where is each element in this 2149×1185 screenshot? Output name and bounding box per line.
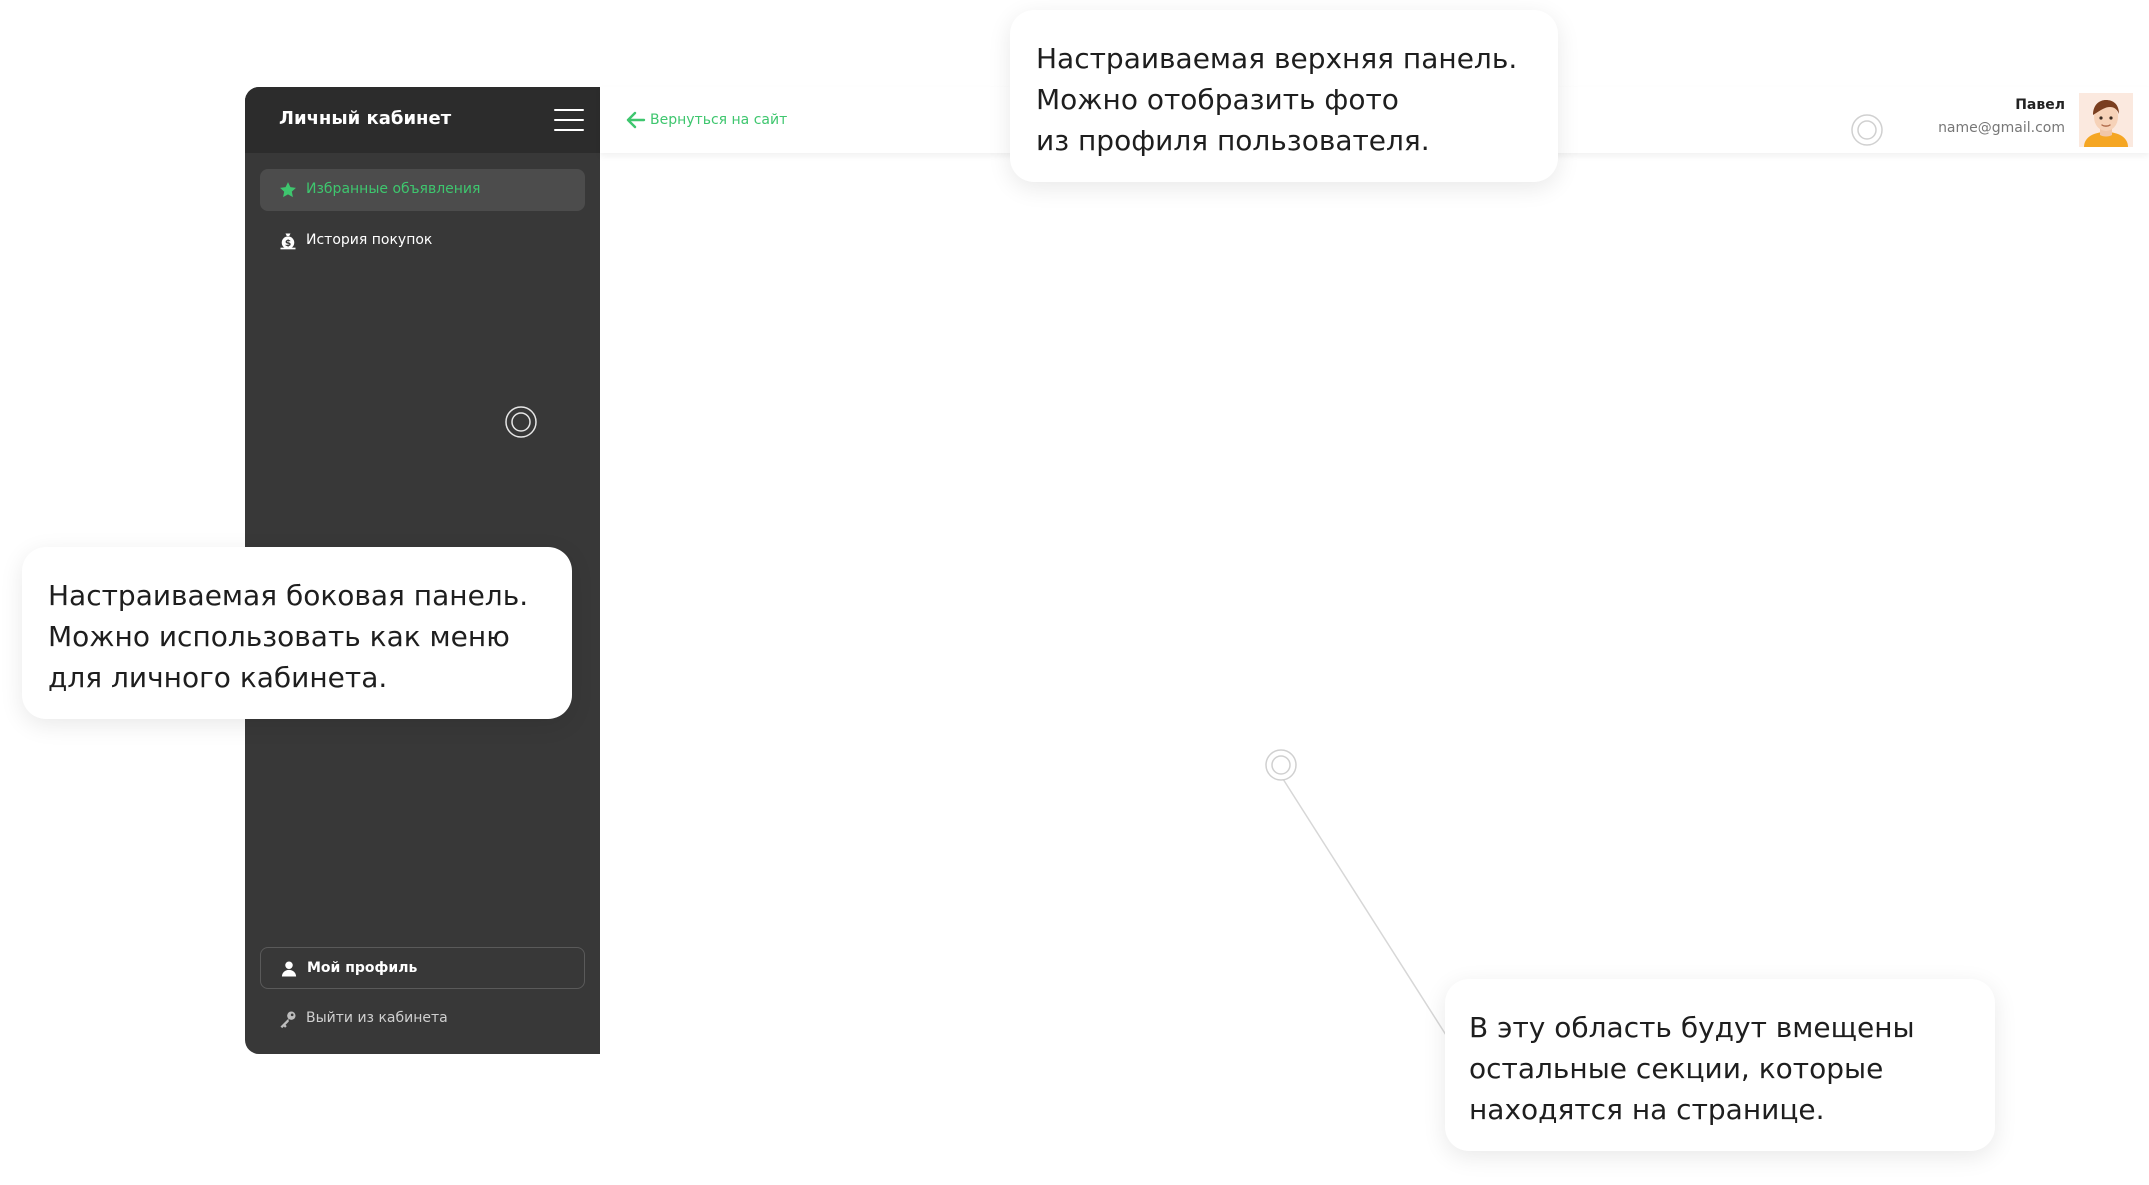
marker-main	[1265, 749, 1297, 781]
key-icon	[280, 1011, 296, 1029]
callout-line: находятся на странице.	[1469, 1093, 1825, 1126]
sidebar-title: Личный кабинет	[279, 108, 452, 129]
star-icon	[280, 182, 296, 198]
sidebar-item-favorites[interactable]: Избранные объявления	[260, 169, 585, 211]
sidebar-item-label: Выйти из кабинета	[306, 1010, 448, 1026]
sidebar-header: Личный кабинет	[245, 87, 600, 153]
callout-top-panel: Настраиваемая верхняя панель. Можно отоб…	[1010, 10, 1558, 182]
back-to-site-label: Вернуться на сайт	[650, 112, 788, 128]
menu-toggle-button[interactable]	[554, 109, 584, 131]
callout-line: Настраиваемая верхняя панель.	[1036, 42, 1518, 75]
user-name: Павел	[2015, 97, 2065, 113]
sidebar-item-my-profile[interactable]: Мой профиль	[260, 947, 585, 989]
hamburger-icon-bar	[554, 129, 584, 131]
callout-sidebar: Настраиваемая боковая панель. Можно испо…	[22, 547, 572, 719]
hamburger-icon	[554, 109, 584, 111]
callout-line: Настраиваемая боковая панель.	[48, 579, 529, 612]
callout-main-area: В эту область будут вмещены остальные се…	[1445, 979, 1995, 1151]
sidebar-item-logout[interactable]: Выйти из кабинета	[260, 998, 585, 1040]
callout-line: для личного кабинета.	[48, 661, 388, 694]
callout-line: остальные секции, которые	[1469, 1052, 1884, 1085]
user-email: name@gmail.com	[1938, 120, 2065, 136]
hamburger-icon-bar	[554, 119, 584, 121]
callout-line: из профиля пользователя.	[1036, 124, 1430, 157]
sidebar-item-label: История покупок	[306, 232, 433, 248]
sidebar-item-label: Избранные объявления	[306, 181, 481, 197]
annotated-dashboard-mockup: Личный кабинет Избранные объявления $ Ис…	[0, 0, 2149, 1185]
avatar[interactable]	[2079, 93, 2133, 147]
sidebar-item-purchase-history[interactable]: $ История покупок	[260, 220, 585, 262]
svg-text:$: $	[285, 238, 291, 249]
connector-main	[1282, 778, 1447, 1036]
sidebar-item-label: Мой профиль	[307, 960, 418, 976]
callout-line: Можно использовать как меню	[48, 620, 510, 653]
callout-line: В эту область будут вмещены	[1469, 1011, 1915, 1044]
user-icon	[281, 961, 297, 977]
callout-line: Можно отобразить фото	[1036, 83, 1399, 116]
money-bag-icon: $	[280, 233, 296, 250]
arrow-left-icon	[626, 111, 646, 129]
